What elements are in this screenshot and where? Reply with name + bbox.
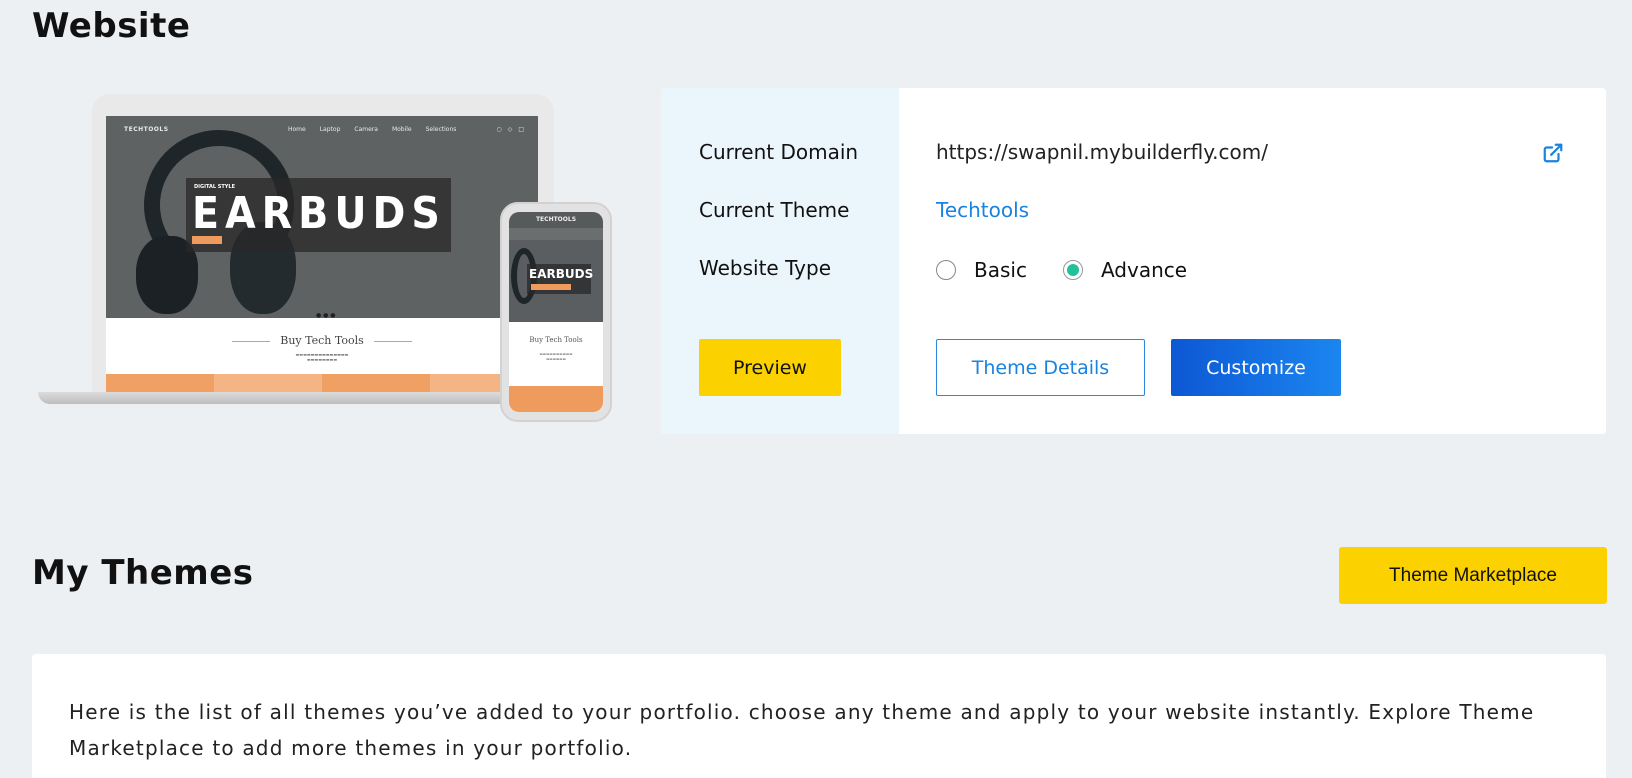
divider [374,341,412,342]
mockup-promo-tag [192,236,222,244]
laptop-screen: TECHTOOLS Home Laptop Camera Mobile Sele… [106,116,538,396]
cart-icon: □ [518,126,524,133]
website-type-label: Website Type [699,256,832,280]
website-type-basic-radio[interactable]: Basic [936,258,1027,282]
radio-circle[interactable] [1062,260,1083,280]
current-theme-link[interactable]: Techtools [936,198,1029,222]
theme-preview-mockup: TECHTOOLS Home Laptop Camera Mobile Sele… [36,92,616,432]
mockup-nav-link: Camera [354,126,378,133]
current-domain-label: Current Domain [699,140,859,164]
radio-label: Advance [1100,258,1188,282]
mockup-promo-banner: DIGITAL STYLE EARBUDS [186,178,451,252]
website-type-radio-group: Basic Advance [936,258,1187,282]
phone-section-title: Buy Tech Tools [529,336,583,344]
phone-tile [509,386,603,412]
phone-nav-icons [509,228,603,240]
phone-screen: TECHTOOLS EARBUDS Buy Tech Tools ▬▬▬▬▬▬▬… [509,212,603,412]
theme-details-button[interactable]: Theme Details [936,339,1145,396]
mockup-nav-link: Home [288,126,306,133]
search-icon: ○ [496,126,502,133]
my-themes-heading: My Themes [32,553,254,593]
mockup-promo-headline: EARBUDS [192,188,446,239]
phone-promo-headline: EARBUDS [529,267,594,281]
page: Website TECHTOOLS Home Laptop Camera Mob… [0,0,1632,778]
preview-button[interactable]: Preview [699,339,841,396]
website-type-advance-radio[interactable]: Advance [1062,258,1188,282]
mockup-brand: TECHTOOLS [124,126,169,133]
carousel-dots: ● ● ● [316,312,336,319]
phone-frame: TECHTOOLS EARBUDS Buy Tech Tools ▬▬▬▬▬▬▬… [500,202,612,422]
mockup-nav-links: Home Laptop Camera Mobile Selections [288,126,456,133]
website-info-card: Current Domain Current Theme Website Typ… [661,88,1606,434]
my-themes-description: Here is the list of all themes you’ve ad… [69,700,1535,760]
current-domain-value: https://swapnil.mybuilderfly.com/ [936,140,1268,164]
current-theme-label: Current Theme [699,198,850,222]
customize-button[interactable]: Customize [1171,339,1341,396]
phone-brand: TECHTOOLS [509,212,603,228]
mockup-nav-link: Mobile [391,126,412,133]
mockup-nav-link: Selections [425,126,457,133]
mockup-section-title: Buy Tech Tools [280,334,364,347]
external-link-icon[interactable] [1542,142,1564,164]
website-heading: Website [32,6,191,46]
user-icon: ◇ [507,126,513,133]
mockup-nav: TECHTOOLS Home Laptop Camera Mobile Sele… [124,126,524,136]
phone-hero: EARBUDS [509,240,603,322]
mockup-hero: TECHTOOLS Home Laptop Camera Mobile Sele… [106,116,538,319]
radio-label: Basic [974,258,1027,282]
mockup-placeholder-text: ▬▬▬▬▬▬▬▬▬▬▬▬▬▬ ▬▬▬▬▬▬▬▬ [295,352,349,362]
theme-marketplace-button[interactable]: Theme Marketplace [1339,547,1607,604]
mockup-nav-icons: ○ ◇ □ [496,126,524,133]
laptop-base [38,392,558,404]
phone-placeholder-text: ▬▬▬▬▬▬▬▬▬▬ ▬▬▬▬▬▬ [539,352,573,361]
phone-promo-tag [531,284,571,290]
radio-circle[interactable] [936,260,956,280]
my-themes-card: Here is the list of all themes you’ve ad… [32,654,1606,778]
phone-promo-banner: EARBUDS [527,264,594,294]
mockup-nav-link: Laptop [319,126,341,133]
